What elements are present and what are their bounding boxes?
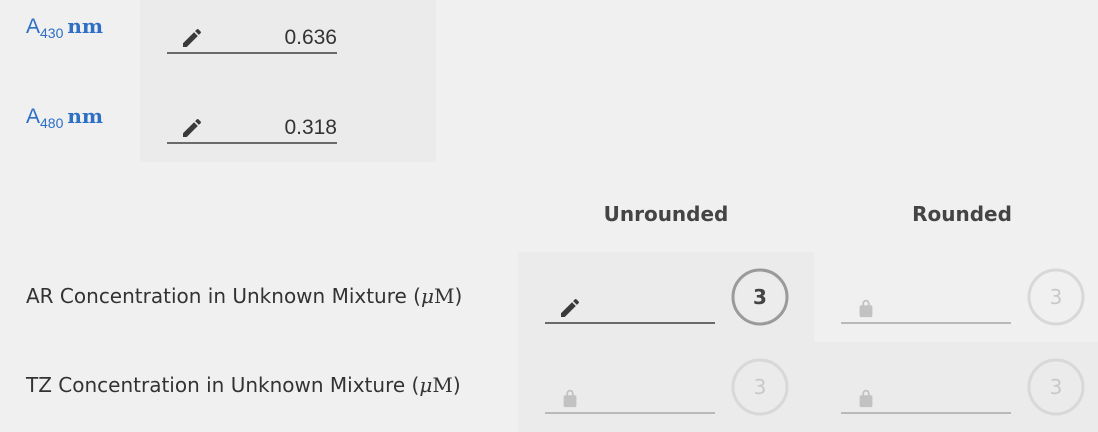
absorbance-430-wavelength: 430: [40, 25, 64, 41]
tz-rounded-input: [841, 382, 1011, 414]
pencil-icon: [561, 298, 580, 317]
absorbance-430-label: A430 nm: [26, 14, 103, 41]
lock-icon: [859, 299, 873, 318]
absorbance-480-prefix: A: [26, 105, 41, 128]
absorbance-480-unit: nm: [67, 104, 104, 128]
mu-symbol: μ: [420, 284, 434, 308]
molar-unit: M: [433, 284, 455, 308]
pencil-icon: [183, 118, 202, 137]
tz-unrounded-input: [545, 382, 715, 414]
tz-concentration-label-text: TZ Concentration in Unknown Mixture (: [26, 373, 420, 397]
ar-concentration-label-close: ): [454, 284, 463, 308]
column-header-unrounded: Unrounded: [603, 202, 729, 226]
lock-icon: [563, 389, 577, 408]
tz-rounded-sigfig-value: 3: [1049, 375, 1063, 399]
ar-unrounded-sigfig-counter[interactable]: 3: [731, 268, 789, 326]
ar-unrounded-input[interactable]: [545, 292, 715, 324]
absorbance-480-label: A480 nm: [26, 104, 103, 131]
absorbance-480-value: 0.318: [284, 116, 337, 139]
ar-rounded-input: [841, 292, 1011, 324]
lock-icon: [859, 389, 873, 408]
absorbance-430-input[interactable]: 0.636: [167, 22, 337, 54]
mu-symbol: μ: [419, 373, 433, 397]
absorbance-430-unit: nm: [67, 14, 104, 38]
ar-concentration-label-text: AR Concentration in Unknown Mixture (: [26, 284, 421, 308]
tz-unrounded-sigfig-value: 3: [753, 375, 767, 399]
column-header-rounded: Rounded: [912, 202, 1012, 226]
ar-rounded-sigfig-value: 3: [1049, 285, 1063, 309]
ar-rounded-sigfig-counter: 3: [1027, 268, 1085, 326]
ar-unrounded-sigfig-value: 3: [753, 285, 767, 309]
tz-concentration-label: TZ Concentration in Unknown Mixture (μM): [26, 373, 461, 397]
absorbance-430-value: 0.636: [284, 26, 337, 49]
tz-rounded-sigfig-counter: 3: [1027, 358, 1085, 416]
absorbance-430-prefix: A: [26, 15, 41, 38]
pencil-icon: [183, 28, 202, 47]
ar-concentration-label: AR Concentration in Unknown Mixture (μM): [26, 284, 462, 308]
tz-concentration-label-close: ): [452, 373, 461, 397]
absorbance-480-wavelength: 480: [40, 115, 64, 131]
absorbance-480-input[interactable]: 0.318: [167, 112, 337, 144]
tz-unrounded-sigfig-counter: 3: [731, 358, 789, 416]
molar-unit: M: [432, 373, 453, 397]
